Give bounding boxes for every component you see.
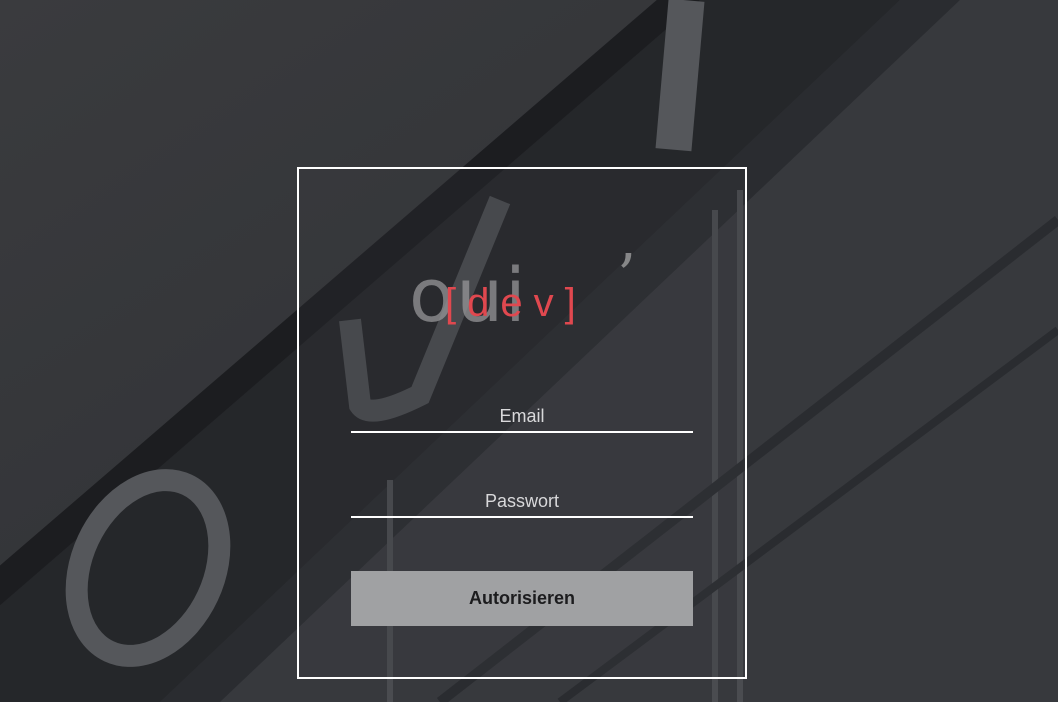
login-card: oui ’ [dev] Autorisieren [297,167,747,679]
email-field[interactable] [351,401,693,433]
logo-apostrophe: ’ [617,242,637,312]
login-page: oui ’ [dev] Autorisieren [0,0,1058,702]
authorize-button[interactable]: Autorisieren [351,571,693,626]
password-field[interactable] [351,486,693,518]
brand-logo: oui ’ [dev] [299,241,745,351]
logo-dev-tag: [dev] [445,281,587,325]
